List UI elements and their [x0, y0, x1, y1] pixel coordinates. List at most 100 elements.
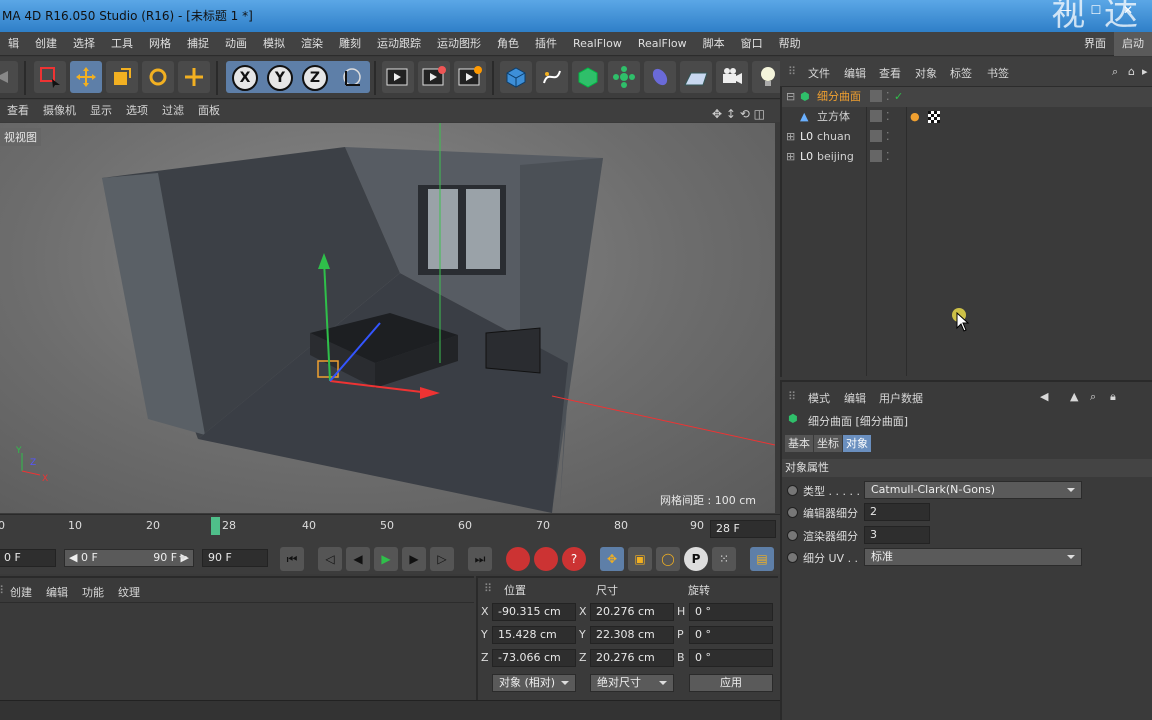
spline-pen-icon[interactable]	[536, 61, 568, 93]
visibility-dots-icon[interactable]: ⁚	[886, 127, 890, 147]
key-parameter-icon[interactable]: P	[684, 547, 708, 571]
rotate-tool-icon[interactable]	[142, 61, 174, 93]
menu-item[interactable]: RealFlow	[565, 32, 630, 56]
om-menu-tags[interactable]: 标签	[950, 65, 972, 81]
minimize-button[interactable]: —	[1052, 0, 1080, 22]
end-frame-field[interactable]: 90 F	[202, 549, 268, 567]
coordinate-mode-dropdown[interactable]: 对象 (相对)	[492, 674, 576, 692]
next-frame-icon[interactable]: ▶	[402, 547, 426, 571]
size-y-input[interactable]: 22.308 cm	[590, 626, 674, 644]
size-z-input[interactable]: 20.276 cm	[590, 649, 674, 667]
subdivision-type-dropdown[interactable]: Catmull-Clark(N-Gons)	[864, 481, 1082, 499]
viewport-menu-item[interactable]: 摄像机	[36, 100, 83, 122]
search-icon[interactable]: ⌕	[1090, 390, 1096, 404]
layer-icon[interactable]	[870, 110, 882, 122]
play-icon[interactable]: ▶	[374, 547, 398, 571]
tab-coordinates[interactable]: 坐标	[814, 435, 842, 452]
record-key-icon[interactable]	[506, 547, 530, 571]
texture-tag-icon[interactable]: ●	[910, 107, 920, 127]
viewport-menu-item[interactable]: 显示	[83, 100, 119, 122]
y-axis-lock-button[interactable]: Y	[267, 65, 293, 91]
viewport-menu-item[interactable]: 过滤	[155, 100, 191, 122]
current-frame-field[interactable]: 28 F	[710, 520, 776, 538]
menu-item[interactable]: 网格	[141, 32, 179, 56]
mat-menu-texture[interactable]: 纹理	[118, 584, 140, 600]
menu-item[interactable]: 脚本	[695, 32, 733, 56]
subdivision-surface-icon[interactable]	[572, 61, 604, 93]
menu-item[interactable]: 窗口	[733, 32, 771, 56]
preview-range-slider[interactable]: ◀ 0 F 90 F ▶	[64, 549, 194, 567]
keyframe-help-icon[interactable]: ?	[562, 547, 586, 571]
maximize-button[interactable]: ☐	[1082, 0, 1110, 22]
previous-keyframe-icon[interactable]: ◁	[318, 547, 342, 571]
3d-viewport[interactable]: Y Z X	[0, 123, 775, 513]
object-row-beijing[interactable]: ⊞ L0 beijing ⁚	[782, 147, 1152, 167]
menu-item[interactable]: 选择	[65, 32, 103, 56]
animate-radio[interactable]	[787, 552, 798, 563]
visibility-dots-icon[interactable]: ⁚	[886, 107, 890, 127]
previous-frame-icon[interactable]: ◀	[346, 547, 370, 571]
menu-item[interactable]: 工具	[103, 32, 141, 56]
menu-item[interactable]: 帮助	[771, 32, 809, 56]
move-tool-icon[interactable]	[70, 61, 102, 93]
tab-object[interactable]: 对象	[843, 435, 871, 452]
apply-button[interactable]: 应用	[689, 674, 773, 692]
rotation-b-input[interactable]: 0 °	[689, 649, 773, 667]
camera-icon[interactable]	[716, 61, 748, 93]
menu-item[interactable]: 辑	[0, 32, 27, 56]
next-keyframe-icon[interactable]: ▷	[430, 547, 454, 571]
start-frame-field[interactable]: 0 F	[0, 549, 56, 567]
auto-key-icon[interactable]	[534, 547, 558, 571]
layer-icon[interactable]	[870, 90, 882, 102]
timeline-window-icon[interactable]: ▤	[750, 547, 774, 571]
go-to-end-icon[interactable]: ⏭	[468, 547, 492, 571]
playhead[interactable]	[211, 517, 220, 535]
up-arrow-icon[interactable]: ▲	[1070, 390, 1078, 403]
key-scale-icon[interactable]: ▣	[628, 547, 652, 571]
menu-item[interactable]: 模拟	[255, 32, 293, 56]
mat-menu-create[interactable]: 创建	[10, 584, 32, 600]
viewport-menu-item[interactable]: 面板	[191, 100, 227, 122]
cube-icon[interactable]	[500, 61, 532, 93]
deformer-icon[interactable]	[644, 61, 676, 93]
position-z-input[interactable]: -73.066 cm	[492, 649, 576, 667]
visibility-dots-icon[interactable]: ⁚	[886, 87, 890, 107]
cloner-icon[interactable]	[608, 61, 640, 93]
animate-radio[interactable]	[787, 507, 798, 518]
menu-item[interactable]: 捕捉	[179, 32, 217, 56]
rotation-p-input[interactable]: 0 °	[689, 626, 773, 644]
floor-icon[interactable]	[680, 61, 712, 93]
animate-radio[interactable]	[787, 530, 798, 541]
render-picture-viewer-icon[interactable]	[418, 61, 450, 93]
undo-icon[interactable]	[0, 61, 18, 93]
mat-menu-function[interactable]: 功能	[82, 584, 104, 600]
scale-tool-icon[interactable]	[106, 61, 138, 93]
transform-tool-icon[interactable]	[178, 61, 210, 93]
back-arrow-icon[interactable]: ◀	[1040, 390, 1048, 403]
editor-subdivision-input[interactable]: 2	[864, 503, 930, 521]
object-row-subdivision[interactable]: ⊟ ⬢ 细分曲面 ⁚ ✓	[782, 87, 1152, 107]
search-icon[interactable]: ⌕	[1112, 65, 1118, 79]
menu-item[interactable]: 角色	[489, 32, 527, 56]
layer-icon[interactable]	[870, 150, 882, 162]
render-settings-icon[interactable]	[454, 61, 486, 93]
go-to-start-icon[interactable]: ⏮	[280, 547, 304, 571]
material-tag-icon[interactable]	[928, 111, 940, 123]
mat-menu-edit[interactable]: 编辑	[46, 584, 68, 600]
viewport-navigation-icons[interactable]: ✥ ↕ ⟲ ◫	[705, 103, 772, 125]
size-mode-dropdown[interactable]: 绝对尺寸	[590, 674, 674, 692]
menu-item[interactable]: 创建	[27, 32, 65, 56]
om-menu-view[interactable]: 查看	[879, 65, 901, 81]
render-view-icon[interactable]	[382, 61, 414, 93]
select-tool-icon[interactable]	[34, 61, 66, 93]
rotation-h-input[interactable]: 0 °	[689, 603, 773, 621]
tab-basic[interactable]: 基本	[785, 435, 813, 452]
coordinate-system-icon[interactable]	[336, 61, 368, 93]
object-row-chuan[interactable]: ⊞ L0 chuan ⁚	[782, 127, 1152, 147]
om-menu-file[interactable]: 文件	[808, 65, 830, 81]
size-x-input[interactable]: 20.276 cm	[590, 603, 674, 621]
menu-item[interactable]: 雕刻	[331, 32, 369, 56]
menu-item[interactable]: 运动跟踪	[369, 32, 429, 56]
more-icon[interactable]: ▸	[1142, 65, 1148, 78]
x-axis-lock-button[interactable]: X	[232, 65, 258, 91]
